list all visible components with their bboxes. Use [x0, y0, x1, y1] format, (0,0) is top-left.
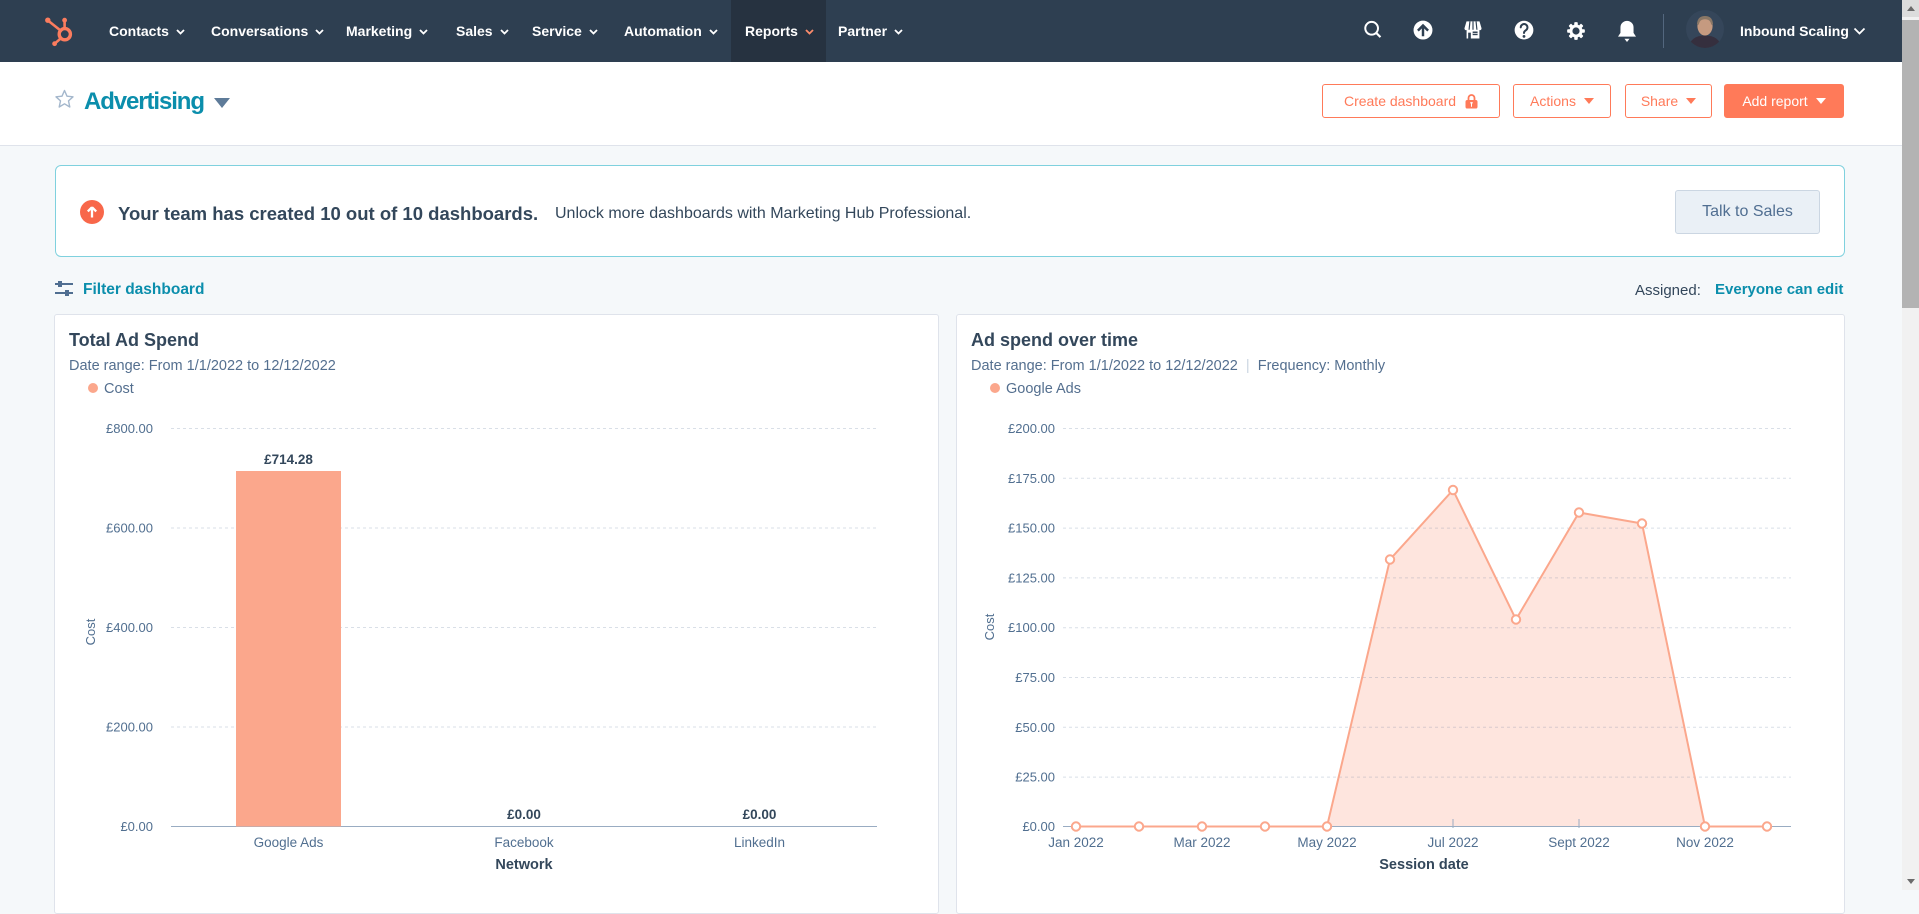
svg-text:Mar 2022: Mar 2022	[1173, 835, 1230, 850]
svg-text:Nov 2022: Nov 2022	[1676, 835, 1734, 850]
svg-text:£125.00: £125.00	[1008, 570, 1055, 585]
svg-text:Google Ads: Google Ads	[254, 835, 324, 850]
svg-text:£0.00: £0.00	[1022, 819, 1055, 834]
svg-text:Jan 2022: Jan 2022	[1048, 835, 1104, 850]
svg-text:£0.00: £0.00	[743, 807, 777, 822]
svg-text:Sept 2022: Sept 2022	[1548, 835, 1610, 850]
svg-text:£50.00: £50.00	[1015, 720, 1055, 735]
svg-text:Cost: Cost	[83, 618, 98, 645]
svg-text:£714.28: £714.28	[264, 452, 313, 467]
svg-text:£100.00: £100.00	[1008, 620, 1055, 635]
svg-text:£600.00: £600.00	[106, 521, 153, 536]
svg-text:£75.00: £75.00	[1015, 670, 1055, 685]
svg-text:£150.00: £150.00	[1008, 521, 1055, 536]
svg-text:£200.00: £200.00	[1008, 421, 1055, 436]
svg-text:LinkedIn: LinkedIn	[734, 835, 785, 850]
svg-text:Session date: Session date	[1379, 857, 1468, 873]
svg-text:£0.00: £0.00	[120, 819, 153, 834]
svg-text:£800.00: £800.00	[106, 421, 153, 436]
svg-text:£25.00: £25.00	[1015, 770, 1055, 785]
svg-text:Cost: Cost	[982, 613, 997, 640]
svg-text:Jul 2022: Jul 2022	[1427, 835, 1478, 850]
svg-text:£175.00: £175.00	[1008, 471, 1055, 486]
svg-text:£0.00: £0.00	[507, 807, 541, 822]
svg-text:£400.00: £400.00	[106, 620, 153, 635]
svg-text:Facebook: Facebook	[494, 835, 554, 850]
svg-text:May 2022: May 2022	[1297, 835, 1356, 850]
svg-text:£200.00: £200.00	[106, 720, 153, 735]
svg-text:Network: Network	[495, 857, 553, 873]
